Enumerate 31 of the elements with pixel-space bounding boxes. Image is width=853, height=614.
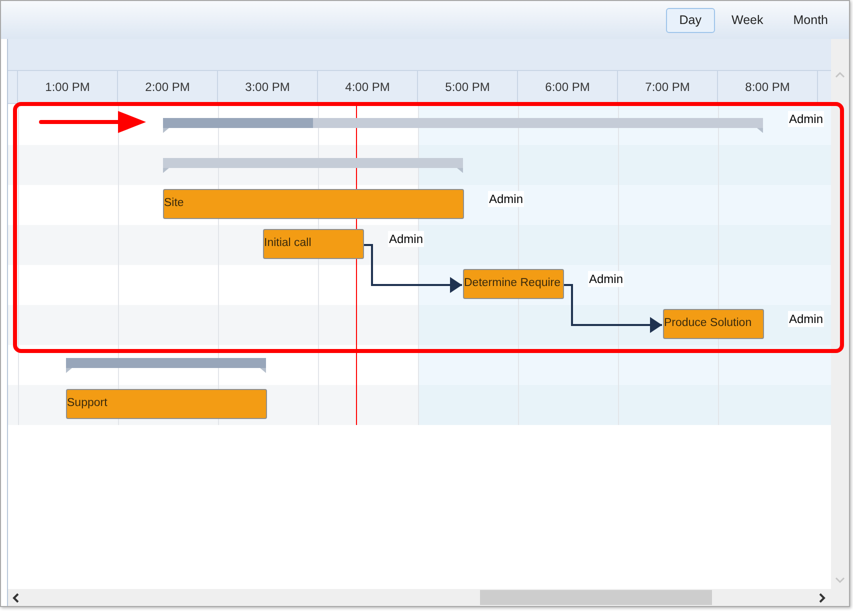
resource-label: Admin <box>588 271 624 287</box>
task-bar[interactable]: Produce Solution <box>663 309 764 339</box>
task-bar[interactable]: Support <box>66 389 267 419</box>
view-tab[interactable]: Week <box>718 8 776 32</box>
resource-label: Admin <box>788 111 824 127</box>
summary-bar[interactable] <box>66 358 266 373</box>
resource-label: Admin <box>388 231 424 247</box>
resource-label: Admin <box>488 191 524 207</box>
view-tab[interactable]: Month <box>780 8 841 32</box>
hour-label: 1:00 PM <box>45 79 90 96</box>
scroll-left-icon[interactable] <box>12 592 20 602</box>
task-bar[interactable]: Determine Require <box>463 269 564 299</box>
scroll-down-icon[interactable] <box>835 577 845 584</box>
summary-bar[interactable] <box>163 118 763 133</box>
hour-label: 8:00 PM <box>745 79 790 96</box>
hour-label: 4:00 PM <box>345 79 390 96</box>
hour-label: 6:00 PM <box>545 79 590 96</box>
horizontal-scrollbar[interactable] <box>8 589 831 606</box>
task-bar[interactable]: Initial call <box>263 229 364 259</box>
scroll-right-icon[interactable] <box>818 592 826 602</box>
scroll-up-icon[interactable] <box>835 71 845 78</box>
resource-label: Admin <box>788 311 824 327</box>
task-bar[interactable]: Site <box>163 189 464 219</box>
hour-label: 3:00 PM <box>245 79 290 96</box>
hour-label: 2:00 PM <box>145 79 190 96</box>
summary-bar[interactable] <box>163 158 463 173</box>
view-tab[interactable]: Day <box>666 8 715 32</box>
vertical-scrollbar[interactable] <box>831 39 849 606</box>
hour-label: 5:00 PM <box>445 79 490 96</box>
scroll-thumb[interactable] <box>480 590 712 605</box>
hour-label: 7:00 PM <box>645 79 690 96</box>
